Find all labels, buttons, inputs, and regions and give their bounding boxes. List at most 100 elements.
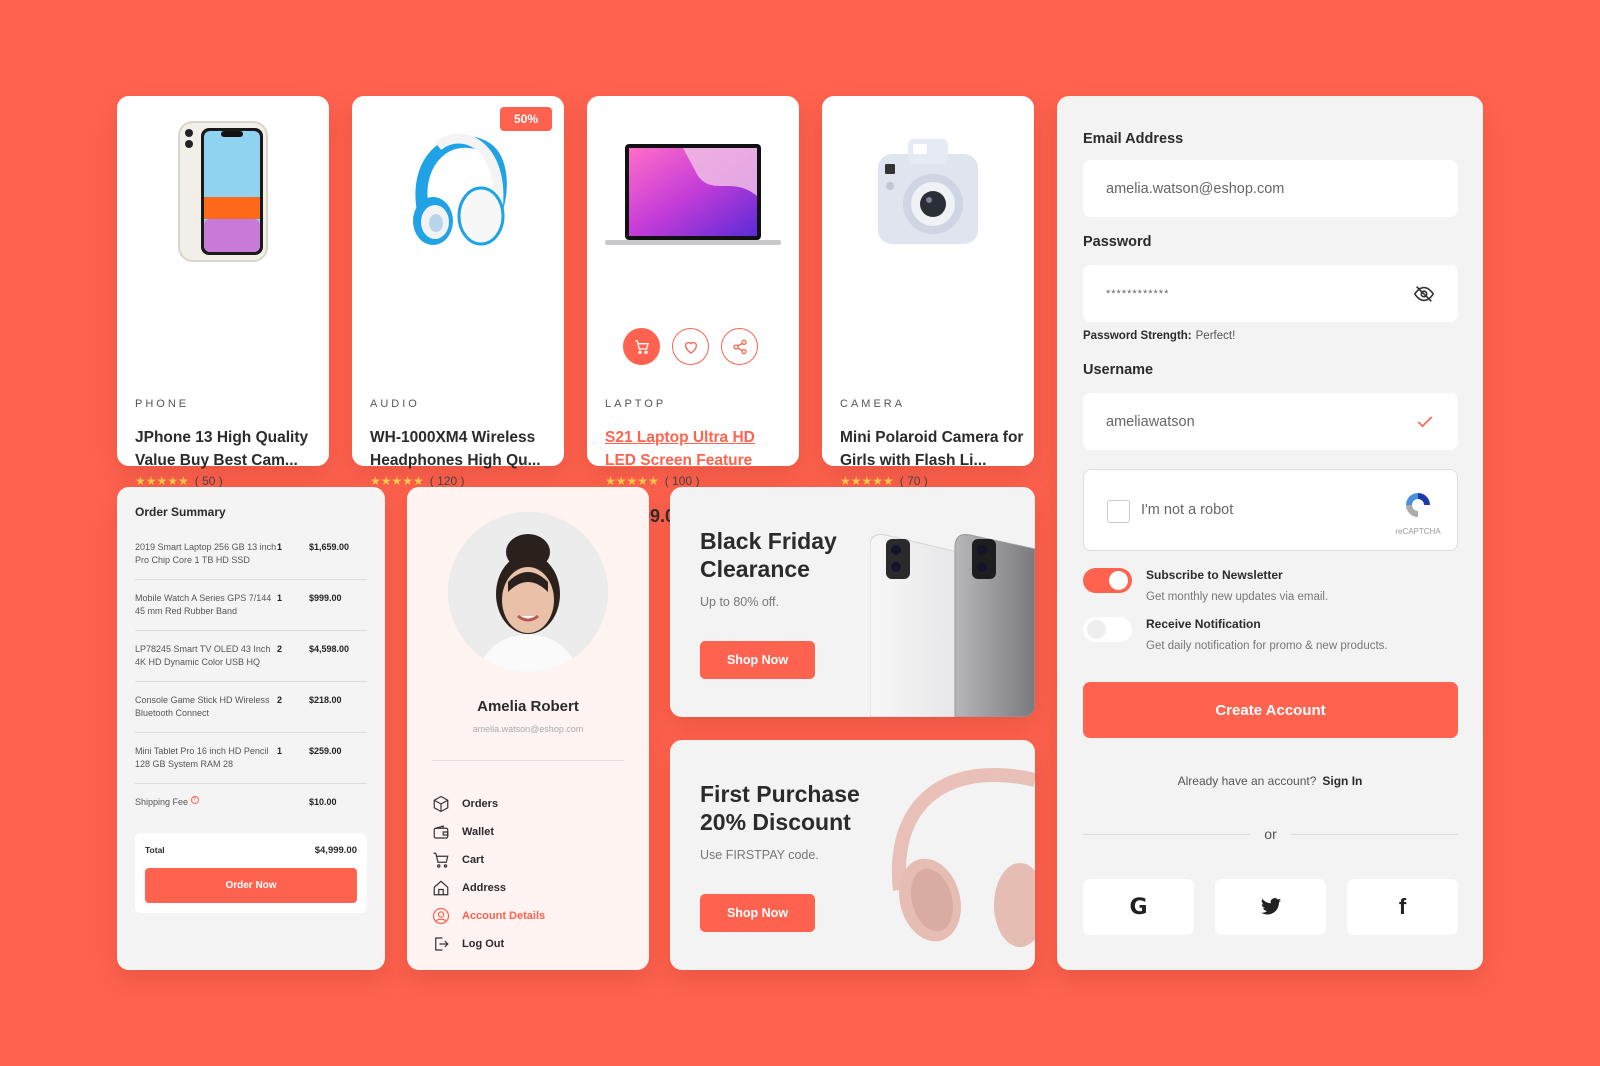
- product-title[interactable]: WH-1000XM4 Wireless Headphones High Qu..…: [370, 426, 555, 472]
- menu-item-log-out[interactable]: Log Out: [432, 930, 545, 958]
- toggle-desc: Get daily notification for promo & new p…: [1146, 640, 1388, 652]
- order-item-row: Console Game Stick HD Wireless Bluetooth…: [135, 694, 367, 733]
- order-item-amount: $4,598.00: [309, 644, 350, 654]
- home-icon: [433, 880, 449, 896]
- order-item-qty: 1: [277, 593, 283, 603]
- star-rating-icon: ★★★★★: [370, 474, 424, 488]
- password-value: ************: [1106, 287, 1170, 300]
- shipping-amount: $10.00: [309, 797, 337, 807]
- password-strength-value: Perfect!: [1195, 330, 1236, 342]
- order-item-name: 2019 Smart Laptop 256 GB 13 inch Pro Chi…: [135, 542, 277, 565]
- divider: [432, 760, 624, 761]
- password-label: Password: [1083, 234, 1152, 250]
- promo-title: Black Friday Clearance: [700, 528, 837, 582]
- create-account-button[interactable]: Create Account: [1083, 682, 1458, 738]
- order-item-row: Mini Tablet Pro 16 inch HD Pencil 128 GB…: [135, 745, 367, 784]
- toggle-title: Subscribe to Newsletter: [1146, 568, 1283, 582]
- shop-now-button[interactable]: Shop Now: [700, 641, 815, 679]
- order-item-qty: 1: [277, 542, 283, 552]
- order-summary-title: Order Summary: [135, 505, 226, 519]
- star-rating-icon: ★★★★★: [135, 474, 189, 488]
- eye-off-icon[interactable]: [1413, 283, 1435, 305]
- menu-item-account-details[interactable]: Account Details: [432, 902, 545, 930]
- help-icon[interactable]: ?: [190, 796, 199, 804]
- product-card-phone[interactable]: PHONE JPhone 13 High Quality Value Buy B…: [117, 96, 329, 526]
- product-rating: ★★★★★ ( 100 ): [605, 474, 699, 488]
- facebook-login-button[interactable]: f: [1347, 879, 1458, 935]
- email-label: Email Address: [1083, 131, 1184, 147]
- order-item-qty: 2: [277, 644, 283, 654]
- newsletter-toggle[interactable]: [1083, 568, 1132, 593]
- google-login-button[interactable]: G: [1083, 879, 1194, 935]
- username-field[interactable]: ameliawatson: [1083, 393, 1458, 450]
- total-row: Total $4,999.00: [145, 845, 357, 856]
- account-menu: Orders Wallet Cart Address Account Detai…: [432, 790, 545, 958]
- product-card-camera[interactable]: CAMERA Mini Polaroid Camera for Girls wi…: [822, 96, 1034, 526]
- email-field[interactable]: amelia.watson@eshop.com: [1083, 160, 1458, 217]
- menu-item-orders[interactable]: Orders: [432, 790, 545, 818]
- twitter-login-button[interactable]: [1215, 879, 1326, 935]
- logout-icon: [435, 937, 449, 951]
- order-items: 2019 Smart Laptop 256 GB 13 inch Pro Chi…: [135, 541, 367, 784]
- add-to-cart-button[interactable]: [623, 328, 660, 365]
- sign-in-link[interactable]: Sign In: [1322, 774, 1362, 788]
- cart-icon: [634, 339, 649, 354]
- password-strength: Password Strength: Perfect!: [1083, 330, 1236, 342]
- total-box: Total $4,999.00 Order Now: [135, 833, 367, 913]
- order-item-name: Console Game Stick HD Wireless Bluetooth…: [135, 695, 270, 718]
- toggle-desc: Get monthly new updates via email.: [1146, 591, 1329, 603]
- order-item-name: Mini Tablet Pro 16 inch HD Pencil 128 GB…: [135, 746, 269, 769]
- menu-item-wallet[interactable]: Wallet: [432, 818, 545, 846]
- register-form: Email Address amelia.watson@eshop.com Pa…: [1057, 96, 1483, 970]
- product-title[interactable]: Mini Polaroid Camera for Girls with Flas…: [840, 426, 1025, 472]
- product-rating: ★★★★★ ( 120 ): [370, 474, 464, 488]
- wishlist-button[interactable]: [672, 328, 709, 365]
- promo-banner-black-friday[interactable]: Black Friday Clearance Up to 80% off. Sh…: [670, 487, 1035, 717]
- review-count: ( 100 ): [664, 474, 700, 488]
- order-now-button[interactable]: Order Now: [145, 868, 357, 903]
- twitter-icon: [1260, 898, 1281, 915]
- cart-icon: [433, 852, 449, 868]
- recaptcha-checkbox[interactable]: [1107, 500, 1130, 523]
- password-field[interactable]: ************: [1083, 265, 1458, 322]
- profile-card: Amelia Robert amelia.watson@eshop.com Or…: [407, 487, 649, 970]
- shop-now-button[interactable]: Shop Now: [700, 894, 815, 932]
- order-summary-card: Order Summary 2019 Smart Laptop 256 GB 1…: [117, 487, 385, 970]
- order-item-name: Mobile Watch A Series GPS 7/144 45 mm Re…: [135, 593, 272, 616]
- product-category: AUDIO: [370, 398, 420, 410]
- signin-prompt: Already have an account? Sign In: [1177, 774, 1363, 788]
- share-button[interactable]: [721, 328, 758, 365]
- tablets-image: [870, 534, 1035, 717]
- profile-name: Amelia Robert: [477, 698, 579, 715]
- total-label: Total: [145, 845, 165, 855]
- menu-item-address[interactable]: Address: [432, 874, 545, 902]
- username-label: Username: [1083, 362, 1154, 378]
- shipping-row: Shipping Fee ? $10.00: [135, 796, 367, 821]
- order-item-qty: 2: [277, 695, 283, 705]
- product-card-laptop[interactable]: LAPTOP S21 Laptop Ultra HD LED Screen Fe…: [587, 96, 799, 526]
- check-icon: [1417, 415, 1433, 427]
- star-rating-icon: ★★★★★: [605, 474, 659, 488]
- product-card-audio[interactable]: 50% AUDIO WH-1000XM4 Wireless Headphones…: [352, 96, 564, 526]
- or-divider: or: [1083, 826, 1459, 842]
- product-actions: [623, 328, 758, 365]
- email-value: amelia.watson@eshop.com: [1106, 180, 1285, 197]
- review-count: ( 120 ): [429, 474, 465, 488]
- order-item-amount: $1,659.00: [309, 542, 350, 552]
- promo-banner-first-purchase[interactable]: First Purchase 20% Discount Use FIRSTPAY…: [670, 740, 1035, 970]
- menu-item-cart[interactable]: Cart: [432, 846, 545, 874]
- headphones-image: [352, 96, 564, 286]
- product-category: LAPTOP: [605, 398, 667, 410]
- notification-toggle[interactable]: [1083, 617, 1132, 642]
- product-title[interactable]: JPhone 13 High Quality Value Buy Best Ca…: [135, 426, 320, 472]
- review-count: ( 70 ): [899, 474, 928, 488]
- product-category: CAMERA: [840, 398, 906, 410]
- order-item-row: LP78245 Smart TV OLED 43 Inch 4K HD Dyna…: [135, 643, 367, 682]
- avatar: [448, 512, 608, 672]
- total-amount: $4,999.00: [314, 845, 357, 856]
- shipping-label: Shipping Fee: [135, 797, 189, 807]
- order-item-row: 2019 Smart Laptop 256 GB 13 inch Pro Chi…: [135, 541, 367, 580]
- google-icon: G: [1129, 894, 1148, 920]
- product-category: PHONE: [135, 398, 190, 410]
- recaptcha-icon: [1406, 493, 1430, 517]
